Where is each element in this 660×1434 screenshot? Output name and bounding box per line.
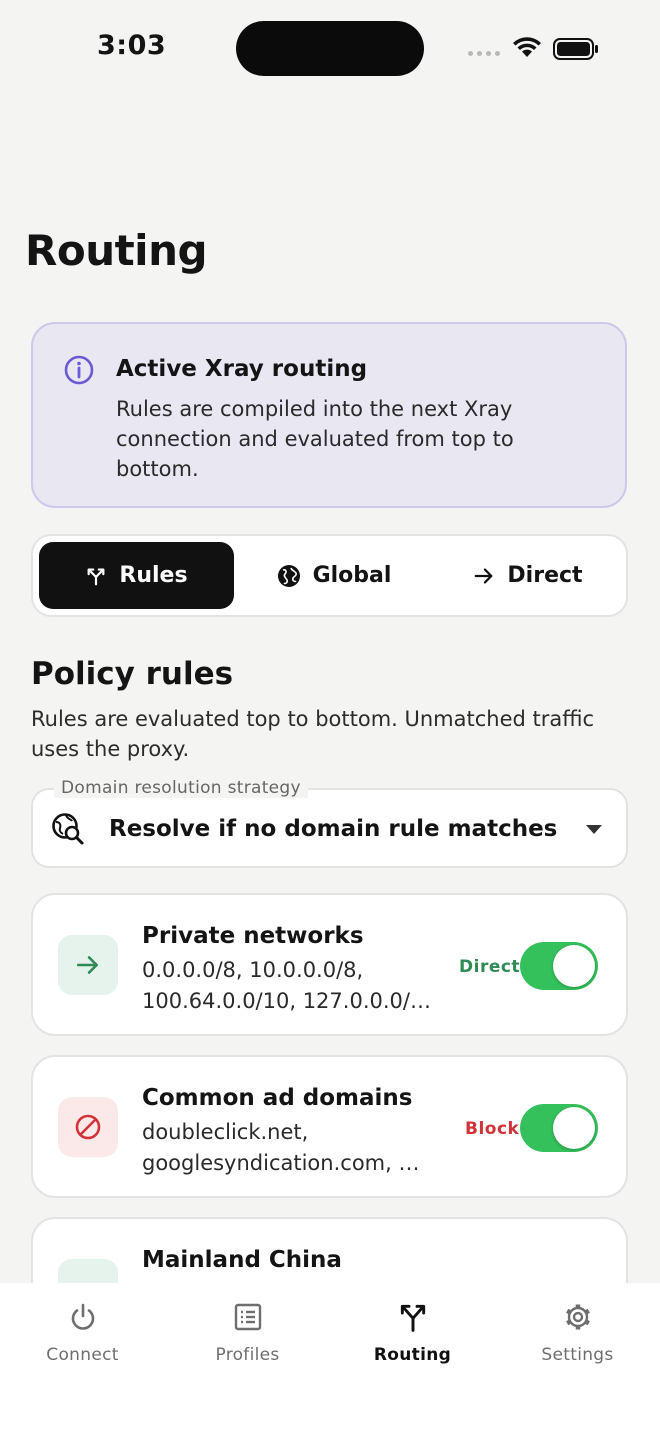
nav-profiles-label: Profiles [215,1345,280,1365]
routing-mode-selector: Rules Global Direct [31,534,628,617]
info-title: Active Xray routing [116,356,368,382]
dynamic-island [236,21,424,76]
battery-icon [553,38,598,60]
nav-connect-label: Connect [46,1345,119,1365]
rule-title: Private networks [142,923,364,949]
routing-icon [400,1304,425,1332]
nav-routing-label: Routing [373,1345,452,1365]
power-icon [71,1303,94,1330]
page-title: Routing [25,226,208,275]
rule-action-badge: Block [465,1119,520,1139]
cellular-signal-icon [468,51,500,56]
mode-rules-button[interactable]: Rules [39,542,234,609]
rule-enabled-toggle[interactable] [520,1104,598,1152]
mode-global-button[interactable]: Global [238,542,430,609]
policy-subtitle: Rules are evaluated top to bottom. Unmat… [31,707,595,761]
chevron-down-icon [586,825,602,834]
rule-enabled-toggle[interactable] [520,942,598,990]
status-time: 3:03 [97,30,167,61]
domain-strategy-label: Domain resolution strategy [54,778,308,798]
rule-description: 0.0.0.0/8, 10.0.0.0/8, 100.64.0.0/10, 12… [142,958,431,1013]
info-card: Active Xray routing Rules are compiled i… [31,322,627,508]
mode-rules-label: Rules [119,563,188,588]
nav-routing[interactable]: Routing [330,1301,495,1365]
bottom-navigation: Connect Profiles Routing Settings [0,1283,660,1434]
rule-description: doubleclick.net, googlesyndication.com, … [142,1120,420,1175]
info-text: Rules are compiled into the next Xray co… [116,397,514,481]
nav-profiles[interactable]: Profiles [165,1301,330,1365]
rule-card-common-ad-domains[interactable]: Common ad domains doubleclick.net, googl… [31,1055,628,1198]
arrow-right-icon [76,956,98,974]
domain-strategy-value: Resolve if no domain rule matches [109,816,558,842]
mode-global-label: Global [312,563,392,588]
arrow-right-icon [475,567,493,584]
rule-icon-badge [58,1097,118,1157]
list-icon [234,1303,261,1331]
rule-title: Mainland China [142,1247,342,1273]
domain-strategy-dropdown[interactable]: Resolve if no domain rule matches [31,788,628,868]
globe-icon [277,564,300,587]
mode-direct-button[interactable]: Direct [433,542,623,609]
rule-title: Common ad domains [142,1085,413,1111]
dns-search-icon [52,813,84,845]
block-icon [75,1114,101,1140]
gear-icon [565,1304,590,1330]
nav-connect[interactable]: Connect [0,1301,165,1365]
info-circle-icon [64,355,94,385]
nav-settings-label: Settings [541,1345,614,1365]
rule-icon-badge [58,935,118,995]
policy-title: Policy rules [31,656,234,692]
mode-direct-label: Direct [507,563,583,588]
routing-icon [87,567,105,585]
nav-settings[interactable]: Settings [495,1301,660,1365]
rule-card-private-networks[interactable]: Private networks 0.0.0.0/8, 10.0.0.0/8, … [31,893,628,1036]
wifi-icon [513,37,541,57]
rule-action-badge: Direct [459,957,521,977]
